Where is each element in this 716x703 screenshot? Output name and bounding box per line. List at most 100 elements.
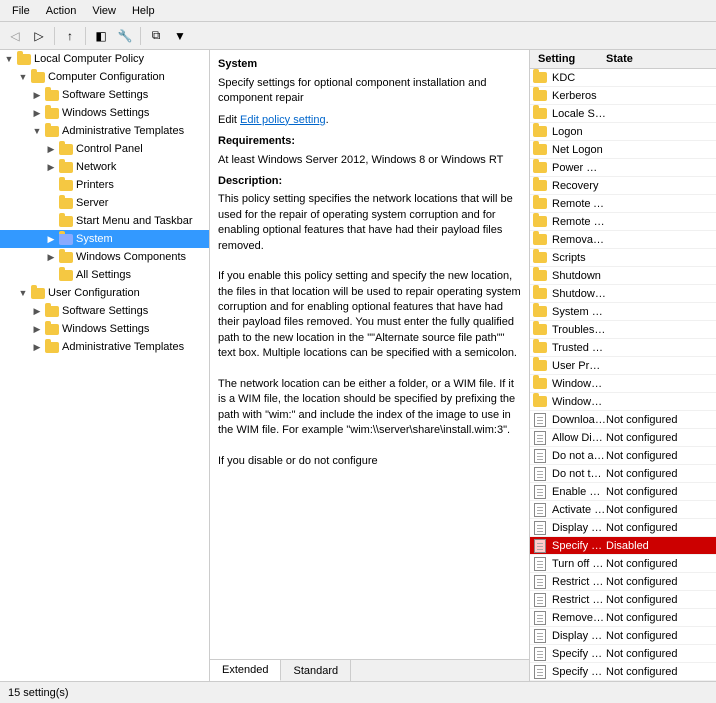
back-button[interactable]: ◁ — [4, 25, 26, 47]
folder-icon — [530, 180, 550, 191]
settings-row[interactable]: Specify Windows installation file locati… — [530, 663, 716, 681]
settings-row[interactable]: Activate Shutdown Event Tracker System S… — [530, 501, 716, 519]
settings-row[interactable]: User Profiles — [530, 357, 716, 375]
folder-icon-user-windows — [44, 322, 60, 336]
expander-local-policy[interactable]: ▼ — [2, 52, 16, 66]
settings-row[interactable]: Trusted Platform Module Services — [530, 339, 716, 357]
forward-button[interactable]: ▷ — [28, 25, 50, 47]
folder-icon — [530, 216, 550, 227]
settings-row-name: Windows Time Service — [550, 396, 606, 408]
settings-row[interactable]: Allow Distributed Link Tracking clients … — [530, 429, 716, 447]
policy-icon — [530, 449, 550, 463]
settings-row[interactable]: Remove Boot / Shutdown / Logon / Logoff … — [530, 609, 716, 627]
settings-row-name: Display Shutdown Event Tracker — [550, 522, 606, 534]
settings-row[interactable]: Scripts — [530, 249, 716, 267]
tree-item-user-admin[interactable]: ▶ Administrative Templates — [0, 338, 209, 356]
settings-row[interactable]: Shutdown Options — [530, 285, 716, 303]
expander-printers[interactable]: ▶ — [44, 178, 58, 192]
tree-label-user-windows: Windows Settings — [62, 323, 149, 335]
expander-control-panel[interactable]: ▶ — [44, 142, 58, 156]
settings-row[interactable]: Remote Procedure Call — [530, 213, 716, 231]
desc-panel: System Specify settings for optional com… — [210, 50, 530, 659]
tab-extended[interactable]: Extended — [210, 660, 281, 681]
settings-row[interactable]: Specify Windows Service Pack installatio… — [530, 645, 716, 663]
expander-network[interactable]: ▶ — [44, 160, 58, 174]
desc-panel-container: System Specify settings for optional com… — [210, 50, 530, 681]
tab-standard[interactable]: Standard — [281, 660, 351, 681]
tree-item-user-windows[interactable]: ▶ Windows Settings — [0, 320, 209, 338]
settings-row[interactable]: Enable Persistent Time StampNot configur… — [530, 483, 716, 501]
settings-row[interactable]: Specify settings for optional component … — [530, 537, 716, 555]
settings-row[interactable]: Kerberos — [530, 87, 716, 105]
policy-link[interactable]: Edit policy setting — [240, 114, 326, 126]
expander-software-settings[interactable]: ▶ — [30, 88, 44, 102]
tree-item-local-policy[interactable]: ▼ Local Computer Policy — [0, 50, 209, 68]
settings-row[interactable]: Do not automatically encrypt files moved… — [530, 447, 716, 465]
tree-item-start-menu[interactable]: ▶ Start Menu and Taskbar — [0, 212, 209, 230]
settings-row[interactable]: Turn off Data Execution Prevention for H… — [530, 555, 716, 573]
up-button[interactable]: ↑ — [59, 25, 81, 47]
filter-button[interactable]: ▼ — [169, 25, 191, 47]
expander-admin-templates[interactable]: ▼ — [30, 124, 44, 138]
folder-icon — [530, 144, 550, 155]
tree-item-network[interactable]: ▶ Network — [0, 158, 209, 176]
properties-button[interactable]: 🔧 — [114, 25, 136, 47]
tree-item-printers[interactable]: ▶ Printers — [0, 176, 209, 194]
tree-item-computer-config[interactable]: ▼ Computer Configuration — [0, 68, 209, 86]
expander-user-admin[interactable]: ▶ — [30, 340, 44, 354]
settings-row[interactable]: System Restore — [530, 303, 716, 321]
edit-link[interactable]: Edit Edit policy setting. — [218, 113, 521, 128]
expander-windows-components[interactable]: ▶ — [44, 250, 58, 264]
settings-row[interactable]: Shutdown — [530, 267, 716, 285]
menu-help[interactable]: Help — [124, 3, 163, 19]
expander-all-settings[interactable]: ▶ — [44, 268, 58, 282]
settings-row[interactable]: Windows File Protection — [530, 375, 716, 393]
tree-item-all-settings[interactable]: ▶ All Settings — [0, 266, 209, 284]
expander-system[interactable]: ▶ — [44, 232, 58, 246]
settings-row[interactable]: KDC — [530, 69, 716, 87]
settings-row[interactable]: Power Management — [530, 159, 716, 177]
settings-row[interactable]: Display highly detailed status messagesN… — [530, 627, 716, 645]
folder-icon-local-policy — [16, 52, 32, 66]
expander-user-windows[interactable]: ▶ — [30, 322, 44, 336]
settings-row[interactable]: Display Shutdown Event TrackerNot config… — [530, 519, 716, 537]
show-hide-button[interactable]: ◧ — [90, 25, 112, 47]
settings-row[interactable]: Do not turn off system power after a Win… — [530, 465, 716, 483]
expander-computer-config[interactable]: ▼ — [16, 70, 30, 84]
settings-row[interactable]: Recovery — [530, 177, 716, 195]
settings-row[interactable]: Windows Time Service — [530, 393, 716, 411]
tree-item-server[interactable]: ▶ Server — [0, 194, 209, 212]
settings-row[interactable]: Logon — [530, 123, 716, 141]
settings-row-name: Net Logon — [550, 144, 606, 156]
expander-start-menu[interactable]: ▶ — [44, 214, 58, 228]
tree-item-windows-components[interactable]: ▶ Windows Components — [0, 248, 209, 266]
settings-row[interactable]: Net Logon — [530, 141, 716, 159]
settings-row[interactable]: Troubleshooting and Diagnostics — [530, 321, 716, 339]
settings-row[interactable]: Locale Services — [530, 105, 716, 123]
tree-label-user-config: User Configuration — [48, 287, 140, 299]
tree-item-system[interactable]: ▶ System — [0, 230, 209, 248]
tree-item-user-software[interactable]: ▶ Software Settings — [0, 302, 209, 320]
settings-row[interactable]: Restrict potentially unsafe HTML Help fu… — [530, 573, 716, 591]
tree-label-server: Server — [76, 197, 108, 209]
policy-icon — [530, 665, 550, 679]
expander-windows-settings[interactable]: ▶ — [30, 106, 44, 120]
tree-item-control-panel[interactable]: ▶ Control Panel — [0, 140, 209, 158]
tree-item-user-config[interactable]: ▼ User Configuration — [0, 284, 209, 302]
expander-server[interactable]: ▶ — [44, 196, 58, 210]
tree-item-admin-templates[interactable]: ▼ Administrative Templates — [0, 122, 209, 140]
expander-user-config[interactable]: ▼ — [16, 286, 30, 300]
tree-item-windows-settings[interactable]: ▶ Windows Settings — [0, 104, 209, 122]
tree-item-software-settings[interactable]: ▶ Software Settings — [0, 86, 209, 104]
menu-view[interactable]: View — [84, 3, 124, 19]
settings-row[interactable]: Restrict these programs from being launc… — [530, 591, 716, 609]
menu-action[interactable]: Action — [38, 3, 85, 19]
policy-icon — [530, 431, 550, 445]
settings-row[interactable]: Remote Assistance — [530, 195, 716, 213]
settings-row[interactable]: Download missing COM componentsNot confi… — [530, 411, 716, 429]
menu-file[interactable]: File — [4, 3, 38, 19]
settings-row-name: User Profiles — [550, 360, 606, 372]
settings-row[interactable]: Removable Storage Access — [530, 231, 716, 249]
expander-user-software[interactable]: ▶ — [30, 304, 44, 318]
new-window-button[interactable]: ⧉ — [145, 25, 167, 47]
